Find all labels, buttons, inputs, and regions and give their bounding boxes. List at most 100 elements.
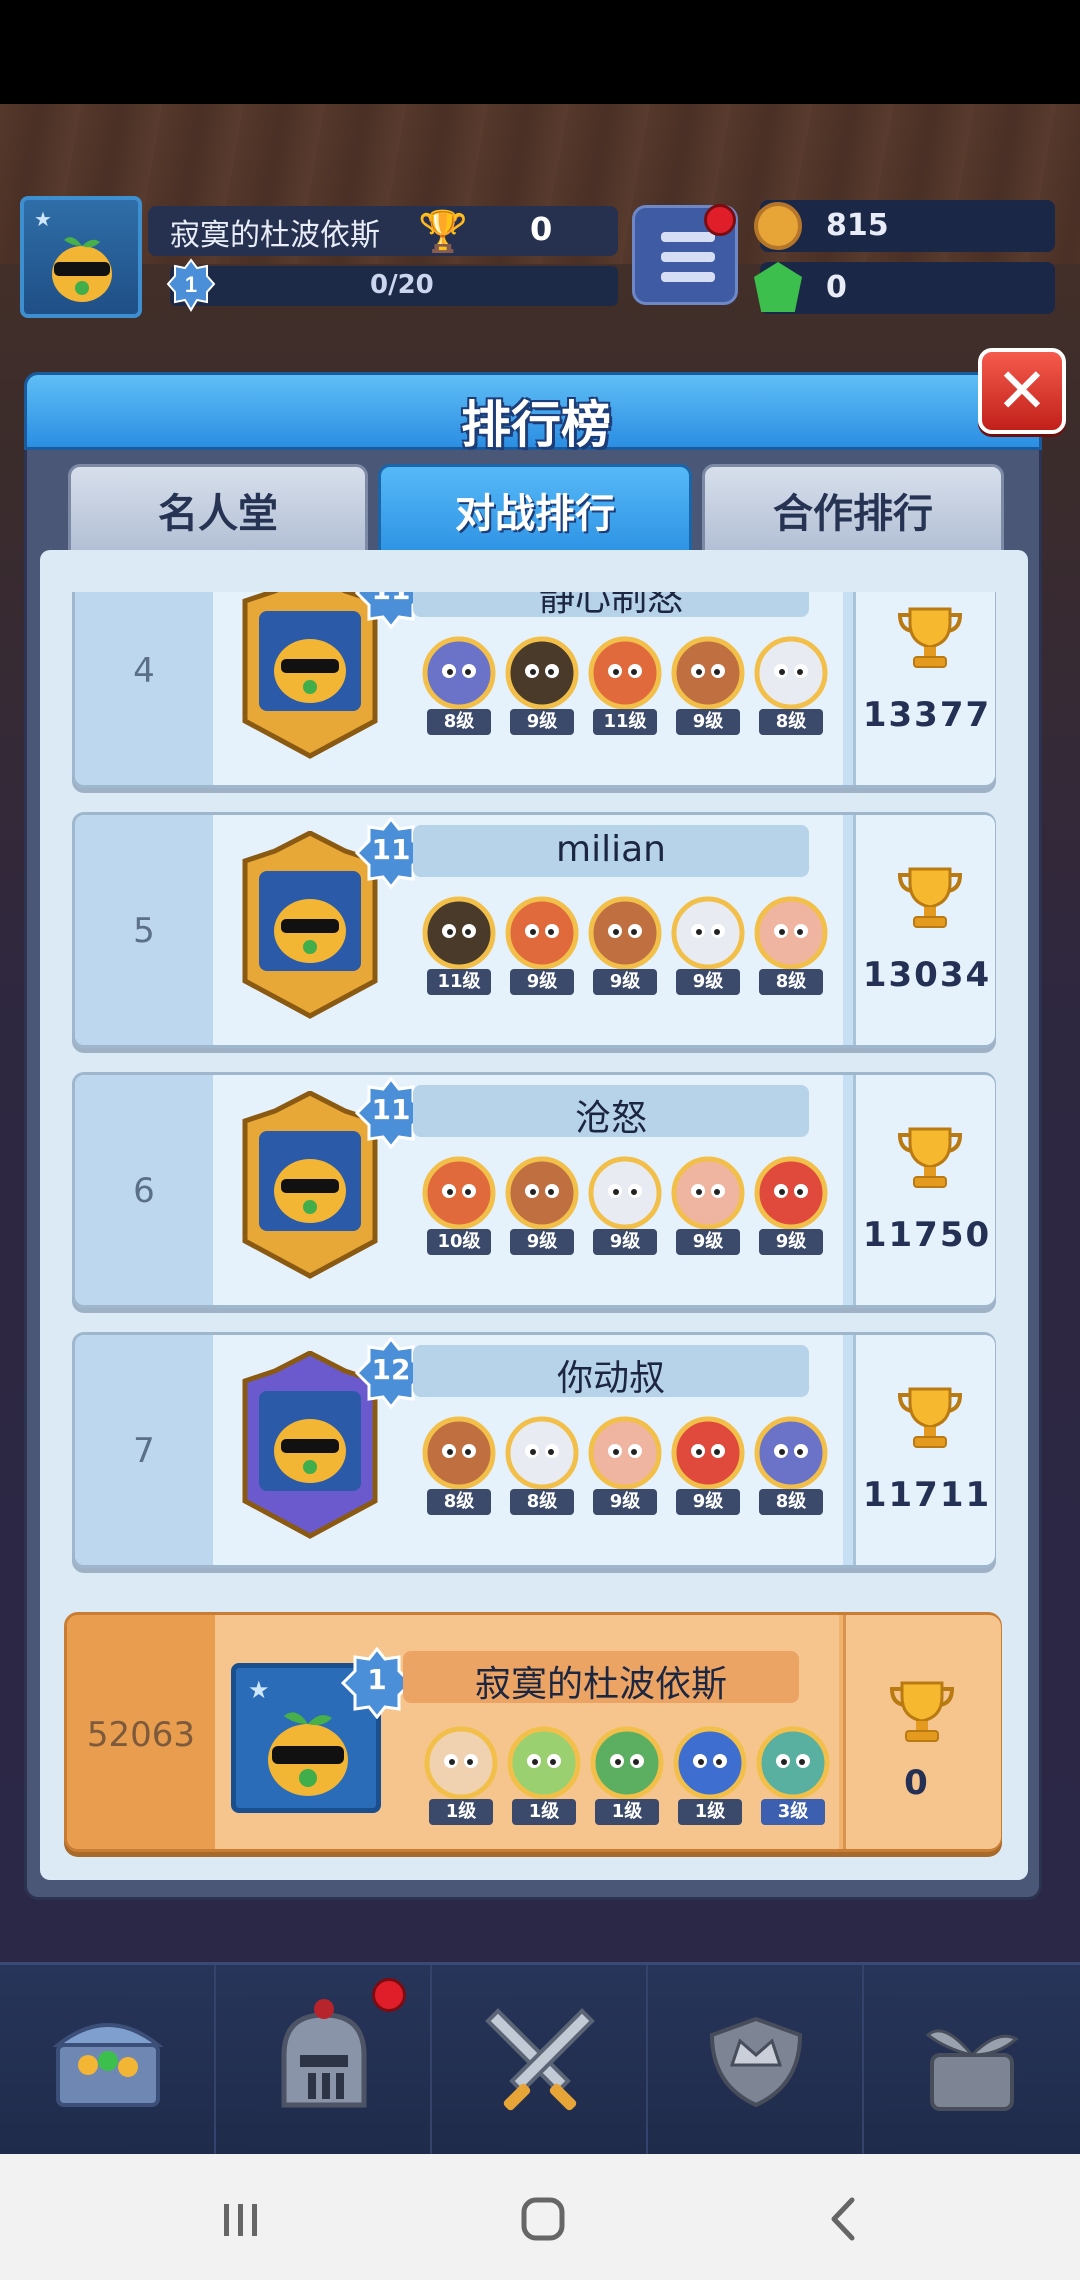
xp-text: 0/20 [370, 270, 434, 300]
hero-avatar[interactable] [504, 1415, 580, 1491]
leaderboard-list[interactable]: 411静心制怒8级9级11级9级8级13377511milian11级9级9级9… [40, 592, 1028, 1592]
hero-avatar[interactable] [753, 635, 829, 711]
score-column: 11750 [853, 1075, 995, 1305]
row-content: 11 milian 11级 9级 9级 9级 8级 [213, 815, 843, 1045]
hero-level: 9级 [676, 1489, 740, 1515]
trophy-icon [897, 1127, 963, 1188]
hero-avatar[interactable] [753, 895, 829, 971]
hero-level: 9级 [510, 969, 574, 995]
status-bar [0, 0, 1080, 104]
hero-avatar[interactable] [587, 1155, 663, 1231]
android-nav-bar [0, 2154, 1080, 2280]
tab-hall-of-fame[interactable]: 名人堂 [68, 464, 368, 564]
coin-icon [754, 202, 802, 250]
hero-avatar[interactable] [589, 1725, 665, 1801]
hero-level: 8级 [759, 969, 823, 995]
hero-avatar[interactable] [670, 895, 746, 971]
hero-level: 9级 [676, 969, 740, 995]
hero-avatar[interactable] [587, 1415, 663, 1491]
hero-avatar[interactable] [670, 1155, 746, 1231]
dialog-title: 排行榜 [461, 396, 611, 454]
self-score-column: 0 [843, 1615, 1001, 1849]
row-content: 11 沧怒 10级 9级 9级 9级 9级 [213, 1075, 843, 1305]
hero-avatar[interactable] [755, 1725, 831, 1801]
hero-avatar[interactable] [421, 895, 497, 971]
player-avatar[interactable]: ★ [20, 196, 142, 318]
home-icon[interactable] [508, 2184, 578, 2254]
sprout-machine-icon [925, 2029, 1019, 2111]
hero-avatar[interactable] [670, 1415, 746, 1491]
player-name: 静心制怒 [538, 592, 683, 619]
tab-label: 合作排行 [773, 491, 933, 537]
hero-avatar[interactable] [672, 1725, 748, 1801]
tab-label: 名人堂 [158, 491, 278, 537]
menu-bar [661, 232, 715, 242]
leaderboard-row[interactable]: 411静心制怒8级9级11级9级8级13377 [72, 592, 996, 788]
gems-display[interactable]: 0 [754, 262, 1055, 314]
nav-item-garden[interactable] [864, 1965, 1080, 2157]
player-name: milian [556, 829, 666, 870]
leaderboard-row[interactable]: 6 11 沧怒 10级 9级 9级 9级 9级 11750 [72, 1072, 996, 1308]
coins-value: 815 [826, 208, 889, 243]
row-content: 12 你动叔 8级 8级 9级 9级 8级 [213, 1335, 843, 1565]
hero-level: 8级 [510, 1489, 574, 1515]
player-score: 13034 [862, 955, 992, 995]
trophy-icon: 🏆 [418, 209, 468, 255]
leaderboard-row[interactable]: 5 11 milian 11级 9级 9级 9级 8级 13034 [72, 812, 996, 1048]
hero-level: 8级 [427, 1489, 491, 1515]
svg-text:★: ★ [248, 1676, 270, 1704]
trophy-icon [897, 1387, 963, 1448]
level-badge-icon: 1 [166, 258, 216, 312]
player-name: 沧怒 [574, 1098, 647, 1139]
player-level-badge: 1 [166, 258, 216, 312]
player-score: 13377 [862, 695, 992, 735]
hero-avatar[interactable] [421, 1415, 497, 1491]
hero-level: 9级 [676, 1229, 740, 1255]
bottom-nav [0, 1962, 1080, 2157]
player-profile[interactable]: ★ 寂寞的杜波依斯 🏆 0 1 0/20 [20, 196, 618, 318]
hero-level: 1级 [678, 1799, 742, 1825]
self-score: 0 [904, 1763, 930, 1803]
nav-item-battle[interactable] [432, 1965, 648, 2157]
hero-avatar[interactable] [587, 635, 663, 711]
hero-level: 11级 [593, 709, 657, 735]
score-column: 13034 [853, 815, 995, 1045]
hero-avatar[interactable] [421, 1155, 497, 1231]
hero-avatar[interactable] [504, 895, 580, 971]
self-rank-row[interactable]: 52063 ★ 1 寂寞的杜波依斯 1级 1级 1级 1级 3级 0 [64, 1612, 1002, 1852]
hero-avatar[interactable] [506, 1725, 582, 1801]
self-name-bar: 寂寞的杜波依斯 [403, 1651, 799, 1705]
leaderboard-row[interactable]: 7 12 你动叔 8级 8级 9级 9级 8级 11711 [72, 1332, 996, 1568]
hero-level: 1级 [429, 1799, 493, 1825]
hero-level: 9级 [593, 1489, 657, 1515]
tab-battle-ranking[interactable]: 对战排行 [378, 464, 692, 564]
hero-avatar[interactable] [504, 1155, 580, 1231]
svg-text:1: 1 [185, 272, 197, 297]
hero-level: 3级 [761, 1799, 825, 1825]
rank-number: 7 [133, 1431, 155, 1471]
hero-avatar[interactable] [753, 1415, 829, 1491]
avatar-sprout-icon: ★ [34, 207, 112, 302]
recent-apps-icon[interactable] [206, 2184, 276, 2254]
hero-avatar[interactable] [421, 635, 497, 711]
self-name: 寂寞的杜波依斯 [474, 1664, 727, 1705]
hero-level: 8级 [759, 709, 823, 735]
hero-avatar[interactable] [587, 895, 663, 971]
back-icon[interactable] [810, 2184, 880, 2254]
rank-number: 5 [133, 911, 155, 951]
crown-shield-icon [709, 2016, 803, 2108]
tab-coop-ranking[interactable]: 合作排行 [702, 464, 1004, 564]
coins-display[interactable]: 815 [754, 200, 1055, 252]
close-button[interactable]: ✕ [978, 348, 1066, 434]
trophy-icon [897, 607, 963, 668]
hero-level: 9级 [510, 709, 574, 735]
menu-bar [661, 272, 715, 282]
hero-avatar[interactable] [504, 635, 580, 711]
hero-avatar[interactable] [753, 1155, 829, 1231]
nav-item-chest[interactable] [0, 1965, 216, 2157]
hero-avatar[interactable] [670, 635, 746, 711]
hero-avatar[interactable] [423, 1725, 499, 1801]
player-trophy-count: 0 [530, 210, 553, 248]
nav-item-ranking[interactable] [648, 1965, 864, 2157]
gem-icon [754, 262, 802, 312]
